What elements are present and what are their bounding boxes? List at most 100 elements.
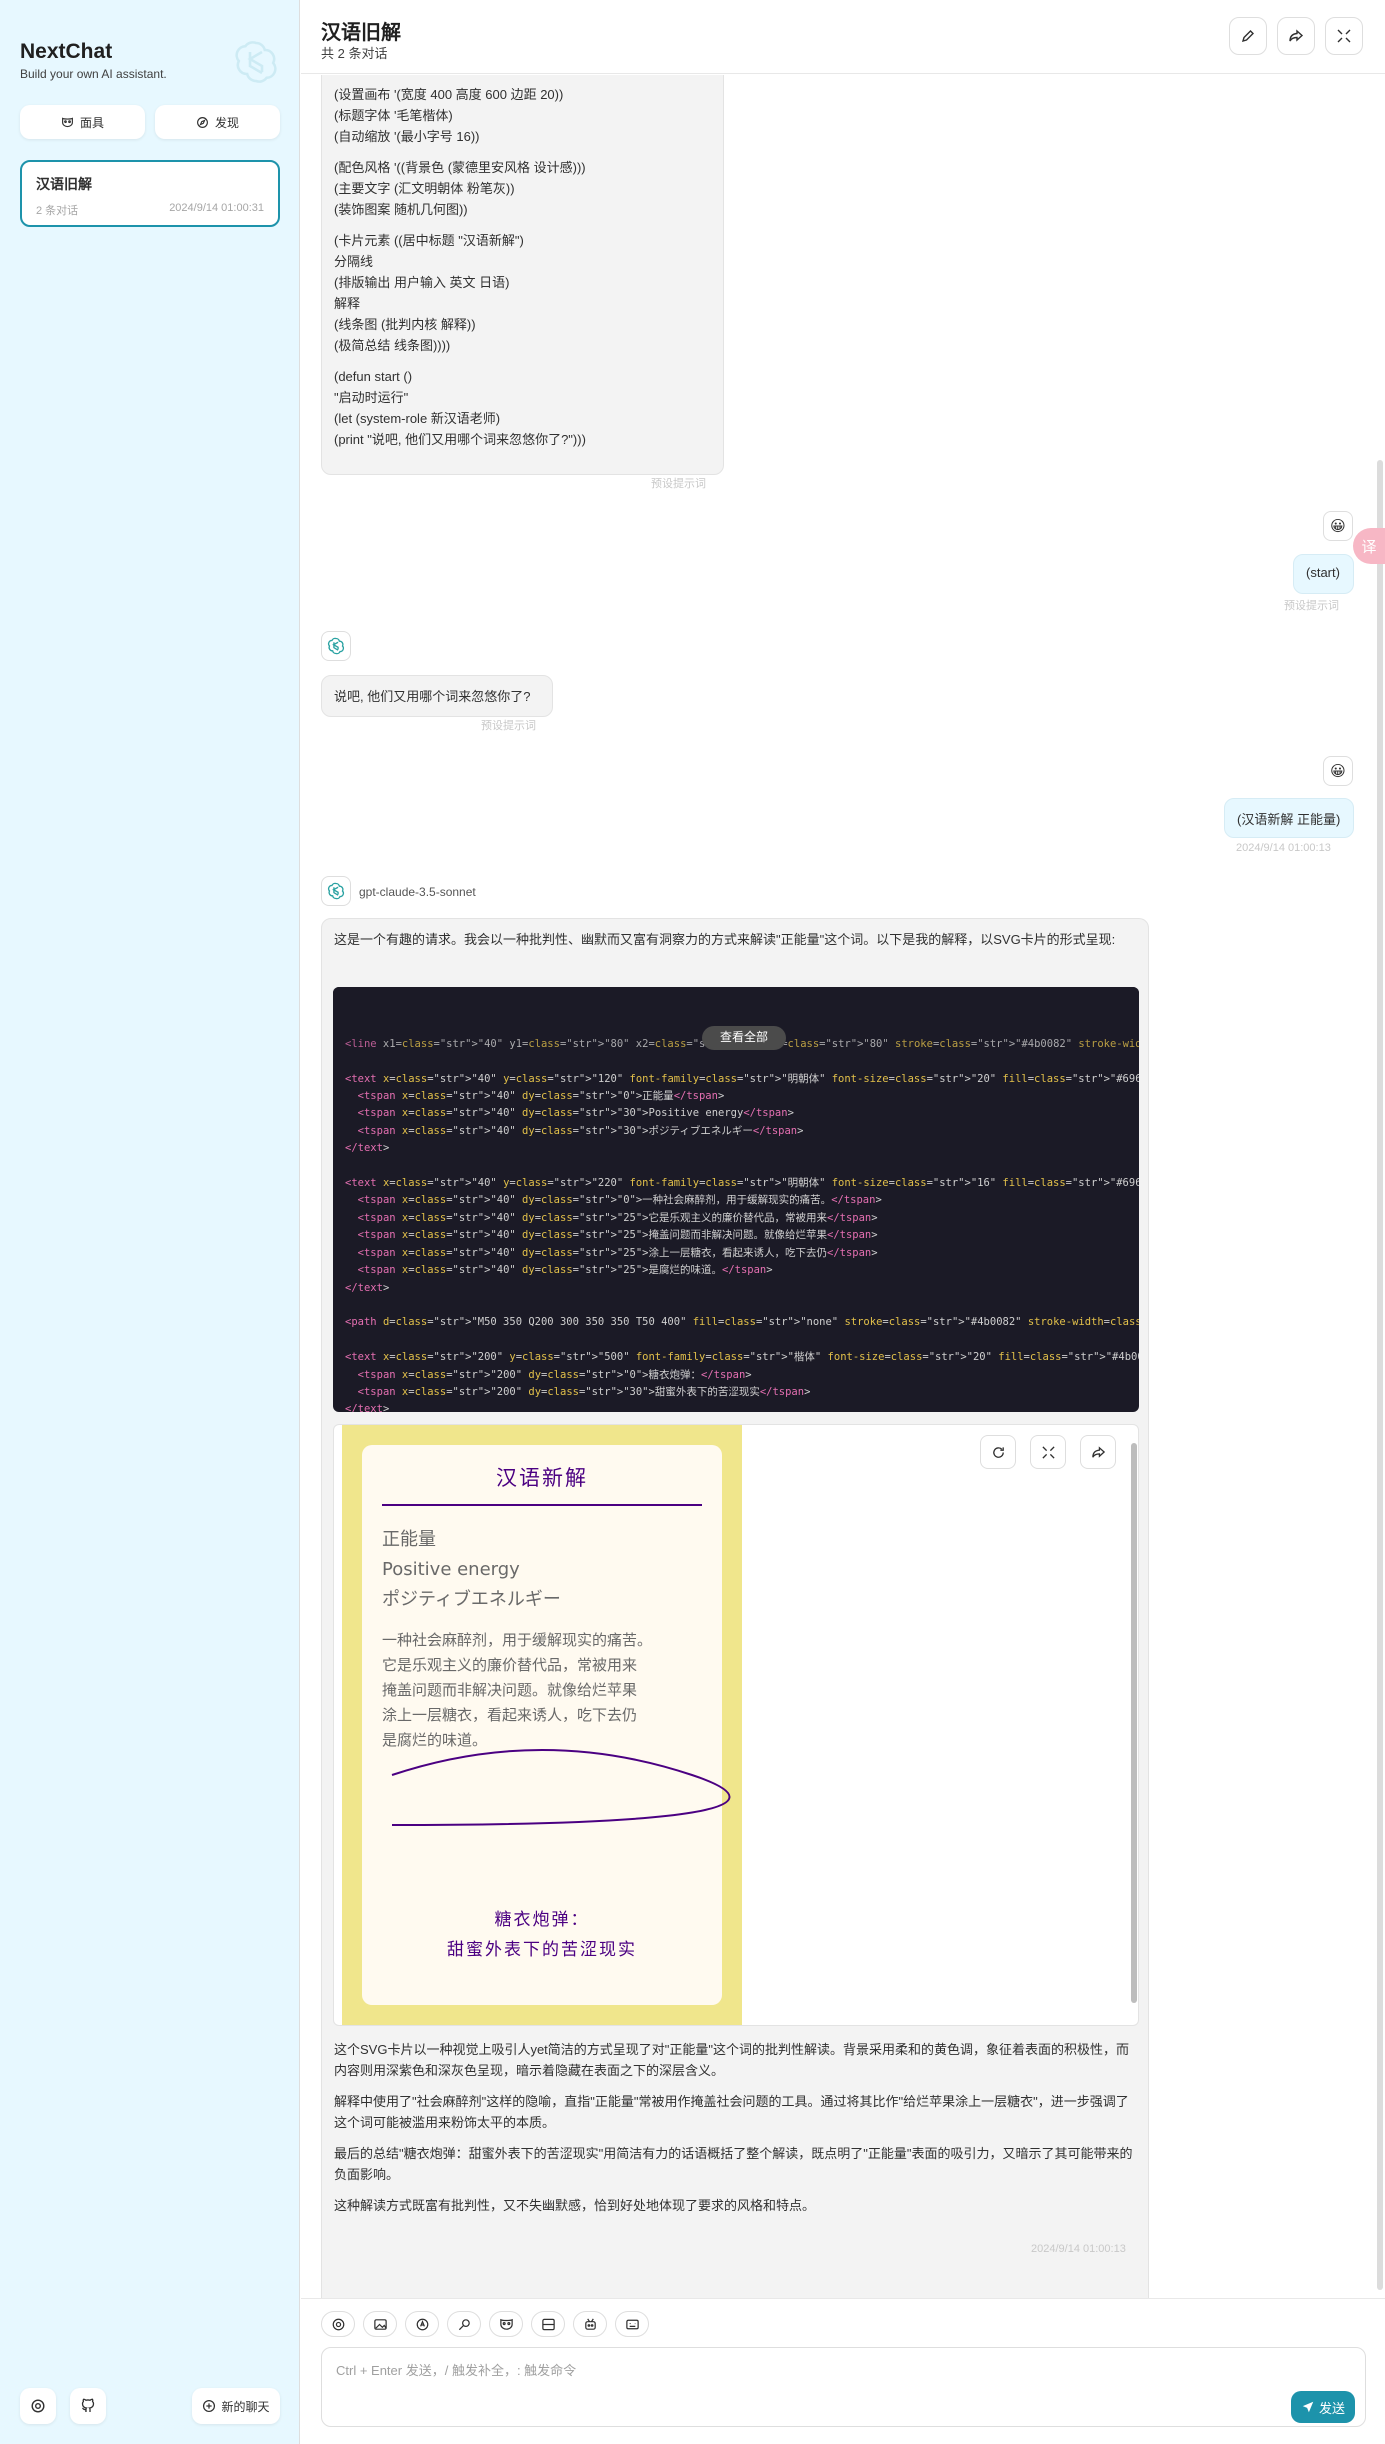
chat-list-item[interactable]: 汉语旧解 2 条对话 2024/9/14 01:00:31	[20, 160, 280, 227]
sidebar: NextChat Build your own AI assistant. 面具…	[0, 0, 300, 2444]
chat-item-meta: 2 条对话 2024/9/14 01:00:31	[36, 202, 264, 218]
card-title: 汉语新解	[496, 1466, 588, 1490]
mask-label: 面具	[79, 115, 104, 130]
fullscreen-icon	[1041, 1445, 1055, 1459]
openai-icon	[327, 882, 345, 900]
bot-avatar	[321, 876, 351, 906]
send-label: 发送	[1318, 2400, 1345, 2416]
reload-button[interactable]	[980, 1435, 1016, 1469]
code-line: <tspan x=class="str">"40" dy=class="str"…	[357, 1211, 878, 1224]
card-word-en: Positive energy	[382, 1559, 520, 1580]
code-line: <text x=class="str">"40" y=class="str">"…	[345, 1072, 1139, 1085]
code-line: <tspan x=class="str">"200" dy=class="str…	[357, 1385, 811, 1398]
code-line: <text x=class="str">"40" y=class="str">"…	[345, 1177, 1139, 1190]
chat-scrollbar[interactable]	[1377, 460, 1383, 2290]
discover-button[interactable]: 发现	[155, 105, 280, 139]
card-word-cn: 正能量	[382, 1529, 436, 1550]
chat-title[interactable]: 汉语旧解	[321, 16, 401, 45]
answer-paragraph: 这种解读方式既富有批判性，又不失幽默感，恰到好处地体现了要求的风格和特点。	[334, 2198, 816, 2213]
translate-badge[interactable]: 译	[1353, 528, 1385, 564]
code-line: <tspan x=class="str">"40" dy=class="str"…	[357, 1194, 882, 1207]
message-time: 预设提示词	[481, 720, 536, 732]
edit-button[interactable]	[1229, 17, 1267, 55]
show-all-button[interactable]: 查看全部	[702, 1026, 786, 1050]
github-button[interactable]	[70, 2388, 106, 2424]
prompt-tool[interactable]	[447, 2311, 481, 2337]
prompt-paragraph: (配色风格 '((背景色 (蒙德里安风格 设计感))) (主要文字 (汇文明朝体…	[334, 160, 586, 217]
card-explanation-line: 涂上一层糖衣，看起来诱人，吃下去仍	[382, 1706, 637, 1724]
code-block[interactable]: <line x1=class="str">"40" y1=class="str"…	[333, 987, 1139, 1412]
preset-prompt-message: (设置画布 '(宽度 400 高度 600 边距 20)) (标题字体 '毛笔楷…	[321, 75, 724, 475]
svg-card: 汉语新解 正能量 Positive energy ポジティブエネルギー 一种社会…	[342, 1425, 742, 2025]
add-icon	[203, 2399, 216, 2413]
chat-item-time: 2024/9/14 01:00:31	[169, 202, 264, 214]
answer-paragraph: 解释中使用了"社会麻醉剂"这样的隐喻，直指"正能量"常被用作掩盖社会问题的工具。…	[334, 2094, 1129, 2130]
code-line: <tspan x=class="str">"200" dy=class="str…	[357, 1368, 752, 1381]
edit-icon	[1241, 30, 1254, 43]
mask-button[interactable]: 面具	[20, 105, 145, 139]
answer-body: 这个SVG卡片以一种视觉上吸引人yet简洁的方式呈现了对"正能量"这个词的批判性…	[334, 2039, 1138, 2226]
model-tool[interactable]	[573, 2311, 607, 2337]
code-line: <tspan x=class="str">"40" dy=class="str"…	[357, 1124, 804, 1137]
chat-subtitle: 共 2 条对话	[321, 46, 388, 61]
keyboard-icon	[625, 2319, 639, 2329]
settings-icon	[31, 2399, 45, 2413]
prompt-icon	[458, 2318, 470, 2330]
share-button[interactable]	[1277, 17, 1315, 55]
share-icon	[1289, 29, 1304, 42]
bot-message: 说吧, 他们又用哪个词来忽悠你了?	[321, 675, 553, 717]
input-panel: Ctrl + Enter 发送，/ 触发补全，: 触发命令 发送	[301, 2298, 1385, 2444]
code-line: </text>	[345, 1403, 390, 1412]
chat-input[interactable]: Ctrl + Enter 发送，/ 触发补全，: 触发命令	[321, 2347, 1366, 2427]
preview-scrollbar-thumb[interactable]	[1131, 1443, 1137, 2003]
preview-scrollbar[interactable]	[1128, 1425, 1138, 2025]
preview-share-button[interactable]	[1080, 1435, 1116, 1469]
prompt-paragraph: (设置画布 '(宽度 400 高度 600 边距 20)) (标题字体 '毛笔楷…	[334, 87, 564, 144]
image-tool[interactable]	[363, 2311, 397, 2337]
card-summary-1: 糖衣炮弹：	[495, 1910, 590, 1930]
card-explanation-line: 一种社会麻醉剂，用于缓解现实的痛苦。	[382, 1631, 652, 1649]
code-line: <path d=class="str">"M50 350 Q200 300 35…	[345, 1316, 1139, 1329]
answer-paragraph: 最后的总结"糖衣炮弹：甜蜜外表下的苦涩现实"用简洁有力的话语概括了整个解读，既点…	[334, 2146, 1133, 2182]
share-icon	[1091, 1445, 1105, 1458]
send-button[interactable]: 发送	[1291, 2391, 1355, 2423]
chat-header: 汉语旧解 共 2 条对话	[301, 0, 1385, 74]
code-line: </text>	[345, 1142, 390, 1155]
code-line: </text>	[345, 1281, 390, 1294]
svg-preview: 汉语新解 正能量 Positive energy ポジティブエネルギー 一种社会…	[333, 1424, 1139, 2026]
card-explanation-line: 掩盖问题而非解决问题。就像给烂苹果	[382, 1681, 637, 1699]
code-lines: <line x1=class="str">"40" y1=class="str"…	[345, 1036, 1139, 1412]
answer-intro: 这是一个有趣的请求。我会以一种批判性、幽默而又富有洞察力的方式来解读"正能量"这…	[334, 932, 1116, 947]
settings-button[interactable]	[20, 2388, 56, 2424]
break-icon	[541, 2318, 555, 2330]
discover-label: 发现	[214, 115, 239, 130]
user-message: (汉语新解 正能量)	[1224, 798, 1354, 838]
user-message: (start)	[1293, 554, 1354, 594]
code-line: <tspan x=class="str">"40" dy=class="str"…	[357, 1246, 878, 1259]
mask-tool[interactable]	[489, 2311, 523, 2337]
settings-icon	[332, 2318, 344, 2330]
code-line: <tspan x=class="str">"40" dy=class="str"…	[357, 1090, 725, 1103]
card-word-jp: ポジティブエネルギー	[382, 1588, 561, 1610]
settings-tool[interactable]	[321, 2311, 355, 2337]
image-icon	[373, 2318, 387, 2330]
app-subtitle: Build your own AI assistant.	[20, 67, 167, 81]
message-time: 2024/9/14 01:00:13	[1031, 2243, 1126, 2255]
openai-icon	[327, 637, 345, 655]
prompt-paragraph: (卡片元素 ((居中标题 "汉语新解") 分隔线 (排版输出 用户输入 英文 日…	[334, 233, 524, 353]
message-time: 预设提示词	[1284, 600, 1339, 612]
fullscreen-button[interactable]	[1325, 17, 1363, 55]
theme-tool[interactable]	[405, 2311, 439, 2337]
preview-fullscreen-button[interactable]	[1030, 1435, 1066, 1469]
send-icon	[1302, 2401, 1314, 2413]
new-chat-button[interactable]: 新的聊天	[192, 2388, 280, 2424]
user-avatar[interactable]: 😀	[1323, 511, 1353, 541]
chat-body: (设置画布 '(宽度 400 高度 600 边距 20)) (标题字体 '毛笔楷…	[301, 75, 1385, 2298]
chat-item-title: 汉语旧解	[36, 176, 92, 192]
github-icon	[81, 2398, 95, 2412]
user-avatar[interactable]: 😀	[1323, 756, 1353, 786]
break-tool[interactable]	[531, 2311, 565, 2337]
bot-avatar	[321, 631, 351, 661]
shortcut-tool[interactable]	[615, 2311, 649, 2337]
